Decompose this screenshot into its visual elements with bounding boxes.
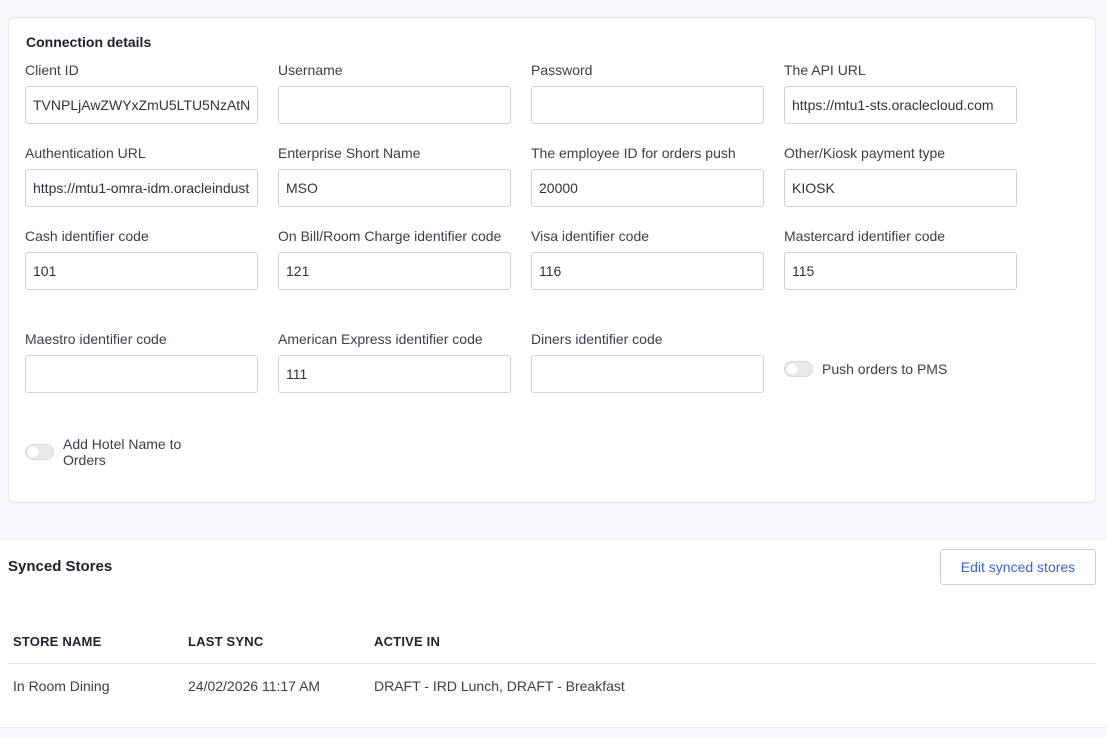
api-url-input[interactable]: [784, 86, 1017, 124]
maestro-code-field-group: Maestro identifier code: [25, 329, 258, 393]
room-charge-code-field-group: On Bill/Room Charge identifier code: [278, 226, 511, 290]
mastercard-code-input[interactable]: [784, 252, 1017, 290]
room-charge-code-input[interactable]: [278, 252, 511, 290]
kiosk-payment-type-input[interactable]: [784, 169, 1017, 207]
cash-code-input[interactable]: [25, 252, 258, 290]
enterprise-short-name-field-group: Enterprise Short Name: [278, 143, 511, 207]
push-orders-label: Push orders to PMS: [822, 361, 948, 377]
client-id-label: Client ID: [25, 62, 79, 78]
synced-stores-title: Synced Stores: [8, 558, 113, 575]
api-url-field-group: The API URL: [784, 60, 1017, 124]
kiosk-payment-type-field-group: Other/Kiosk payment type: [784, 143, 1017, 207]
visa-code-label: Visa identifier code: [531, 228, 650, 244]
edit-synced-stores-button[interactable]: Edit synced stores: [940, 549, 1096, 585]
active-in-cell: DRAFT - IRD Lunch, DRAFT - Breakfast: [374, 678, 625, 694]
toggle-knob: [27, 446, 39, 458]
add-hotel-name-toggle[interactable]: [25, 444, 54, 460]
push-orders-toggle-row: Push orders to PMS: [784, 361, 947, 377]
amex-code-label: American Express identifier code: [278, 331, 483, 347]
auth-url-input[interactable]: [25, 169, 258, 207]
client-id-field-group: Client ID: [25, 60, 258, 124]
client-id-input[interactable]: [25, 86, 258, 124]
password-label: Password: [531, 62, 593, 78]
visa-code-input[interactable]: [531, 252, 764, 290]
username-label: Username: [278, 62, 343, 78]
enterprise-short-name-label: Enterprise Short Name: [278, 145, 421, 161]
diners-code-field-group: Diners identifier code: [531, 329, 764, 393]
enterprise-short-name-input[interactable]: [278, 169, 511, 207]
connection-details-title: Connection details: [26, 34, 152, 50]
column-header-store-name[interactable]: STORE NAME: [8, 634, 188, 649]
synced-stores-table: STORE NAME LAST SYNC ACTIVE IN In Room D…: [8, 620, 1096, 708]
auth-url-field-group: Authentication URL: [25, 143, 258, 207]
room-charge-code-label: On Bill/Room Charge identifier code: [278, 228, 502, 244]
synced-stores-section: Synced Stores Edit synced stores STORE N…: [0, 539, 1107, 728]
username-input[interactable]: [278, 86, 511, 124]
mastercard-code-field-group: Mastercard identifier code: [784, 226, 1017, 290]
cash-code-label: Cash identifier code: [25, 228, 149, 244]
amex-code-field-group: American Express identifier code: [278, 329, 511, 393]
table-header: STORE NAME LAST SYNC ACTIVE IN: [8, 620, 1096, 664]
api-url-label: The API URL: [784, 62, 866, 78]
connection-details-card: Connection details Client ID Username Pa…: [8, 17, 1096, 503]
password-field-group: Password: [531, 60, 764, 124]
diners-code-input[interactable]: [531, 355, 764, 393]
last-sync-cell: 24/02/2026 11:17 AM: [188, 678, 321, 694]
column-header-active-in[interactable]: ACTIVE IN: [374, 634, 1096, 649]
employee-id-field-group: The employee ID for orders push: [531, 143, 764, 207]
kiosk-payment-type-label: Other/Kiosk payment type: [784, 145, 946, 161]
cash-code-field-group: Cash identifier code: [25, 226, 258, 290]
password-input[interactable]: [531, 86, 764, 124]
username-field-group: Username: [278, 60, 511, 124]
auth-url-label: Authentication URL: [25, 145, 146, 161]
amex-code-input[interactable]: [278, 355, 511, 393]
mastercard-code-label: Mastercard identifier code: [784, 228, 946, 244]
push-orders-toggle[interactable]: [784, 361, 813, 377]
page: Connection details Client ID Username Pa…: [0, 0, 1107, 737]
maestro-code-input[interactable]: [25, 355, 258, 393]
add-hotel-name-label: Add Hotel Name to Orders: [63, 436, 182, 468]
employee-id-label: The employee ID for orders push: [531, 145, 736, 161]
visa-code-field-group: Visa identifier code: [531, 226, 764, 290]
toggle-knob: [786, 363, 798, 375]
add-hotel-name-toggle-row: Add Hotel Name to Orders: [25, 436, 203, 468]
employee-id-input[interactable]: [531, 169, 764, 207]
column-header-last-sync[interactable]: LAST SYNC: [188, 634, 374, 649]
diners-code-label: Diners identifier code: [531, 331, 663, 347]
table-row[interactable]: In Room Dining 24/02/2026 11:17 AM DRAFT…: [8, 664, 1096, 708]
store-name-cell: In Room Dining: [13, 678, 110, 694]
maestro-code-label: Maestro identifier code: [25, 331, 167, 347]
